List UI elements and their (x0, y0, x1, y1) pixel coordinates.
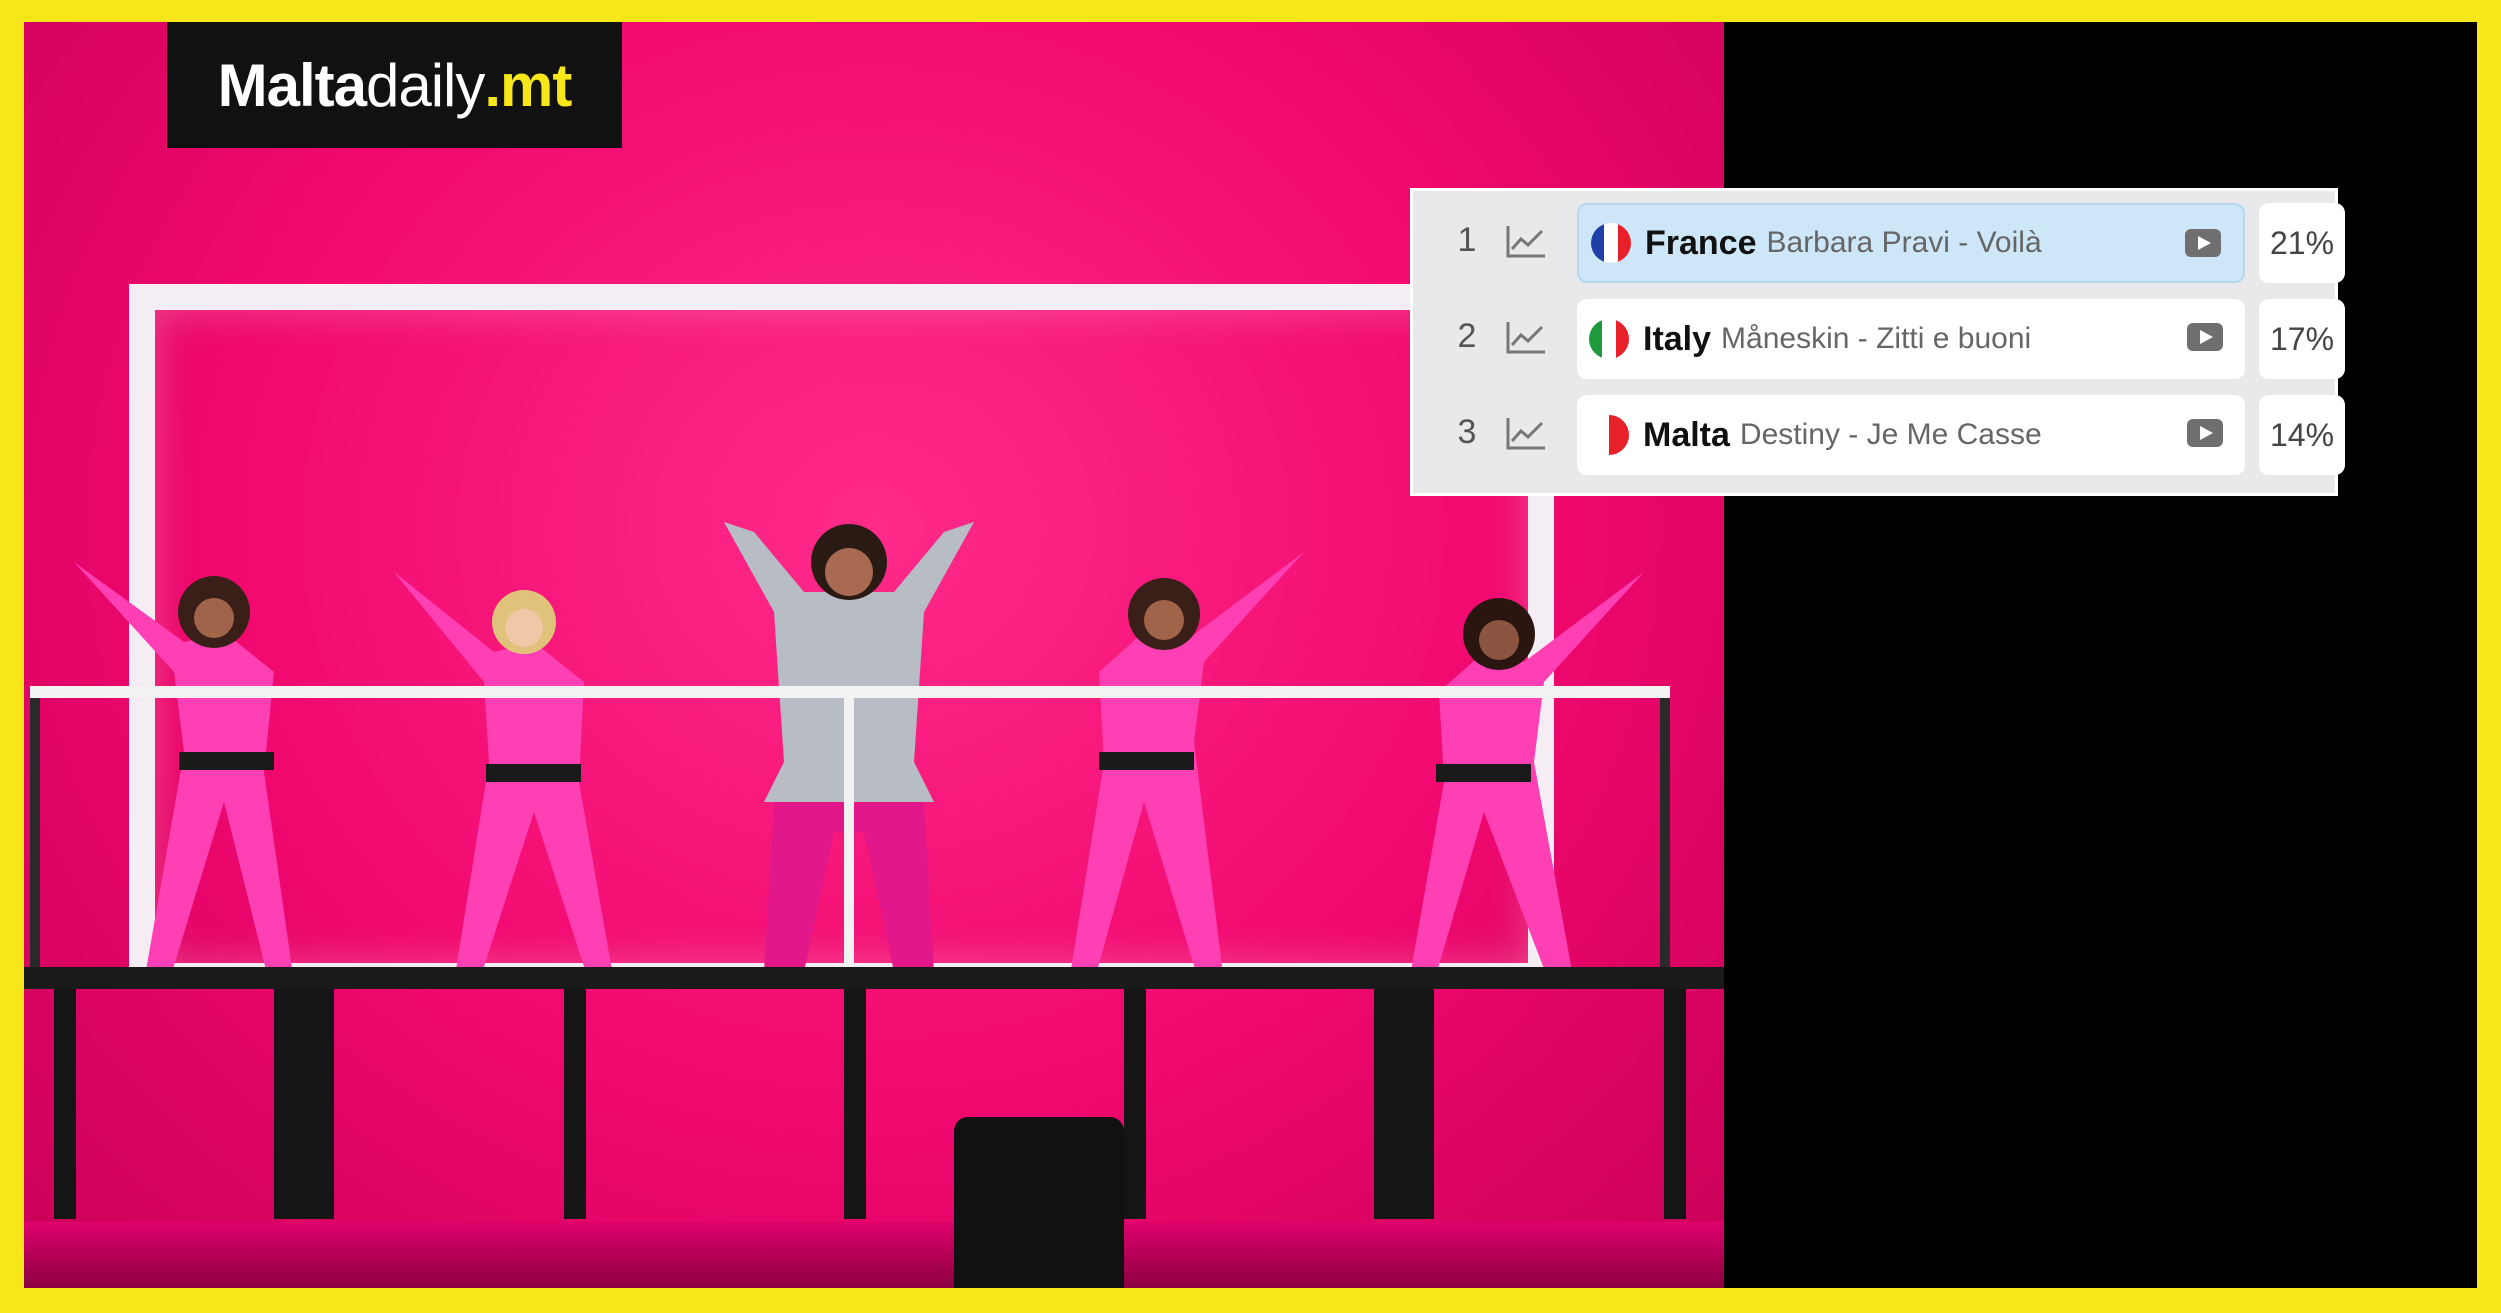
dancer-figure (394, 572, 614, 982)
play-video-icon[interactable] (2187, 323, 2223, 351)
country-flag-icon (1589, 415, 1629, 455)
vote-percentage: 14% (2259, 395, 2345, 475)
rail-post (844, 698, 854, 968)
rank-number: 2 (1457, 317, 1477, 355)
stage-platform (24, 967, 1724, 989)
vote-percentage: 17% (2259, 299, 2345, 379)
trend-chart-icon[interactable] (1505, 319, 1547, 355)
entry-button[interactable]: France Barbara Pravi - Voilà (1577, 203, 2245, 283)
leaderboard-row[interactable]: 3 Malta Destiny - Je Me Casse 14% (1427, 391, 2345, 479)
play-video-icon[interactable] (2185, 229, 2221, 257)
entry-button[interactable]: Italy Måneskin - Zitti e buoni (1577, 299, 2245, 379)
dancer-figure (1069, 552, 1304, 982)
vote-percentage: 21% (2259, 203, 2345, 283)
platform-leg (274, 989, 334, 1219)
rank-number: 3 (1457, 413, 1477, 451)
platform-leg (844, 989, 866, 1219)
trend-chart-icon[interactable] (1505, 223, 1547, 259)
play-video-icon[interactable] (2187, 419, 2223, 447)
platform-leg (1124, 989, 1146, 1219)
logo-text: Malta (217, 51, 367, 119)
song-title: Barbara Pravi - Voilà (1766, 226, 2042, 259)
song-title: Måneskin - Zitti e buoni (1721, 322, 2032, 355)
rank-number: 1 (1457, 221, 1477, 259)
country-flag-icon (1589, 319, 1629, 359)
platform-leg (1374, 989, 1434, 1219)
leaderboard-row[interactable]: 1 France Barbara Pravi - Voilà 21% (1427, 199, 2345, 287)
stage-rail (30, 686, 1670, 698)
leaderboard-row[interactable]: 2 Italy Måneskin - Zitti e buoni 17% (1427, 295, 2345, 383)
platform-leg (564, 989, 586, 1219)
platform-leg (1664, 989, 1686, 1219)
country-name: France (1645, 223, 1757, 262)
site-logo: Malta daily .mt (167, 22, 622, 148)
platform-leg (54, 989, 76, 1219)
rail-post (1660, 698, 1670, 968)
country-name: Italy (1643, 319, 1712, 358)
country-name: Malta (1643, 415, 1730, 454)
rail-post (30, 698, 40, 968)
trend-chart-icon[interactable] (1505, 415, 1547, 451)
leaderboard-card: 1 France Barbara Pravi - Voilà 21% 2 Italy Mån… (1410, 188, 2345, 496)
song-title: Destiny - Je Me Casse (1739, 418, 2042, 451)
dancer-figure (1409, 572, 1644, 982)
country-flag-icon (1591, 223, 1631, 263)
logo-text: daily (365, 51, 485, 119)
logo-text: .mt (484, 51, 572, 119)
camera-silhouette (954, 1117, 1124, 1288)
dancer-figure (74, 562, 294, 982)
entry-button[interactable]: Malta Destiny - Je Me Casse (1577, 395, 2245, 475)
stage-floor (24, 1222, 1724, 1288)
image-frame: Malta daily .mt 1 France Barbara Pravi - Voi… (24, 22, 2477, 1288)
